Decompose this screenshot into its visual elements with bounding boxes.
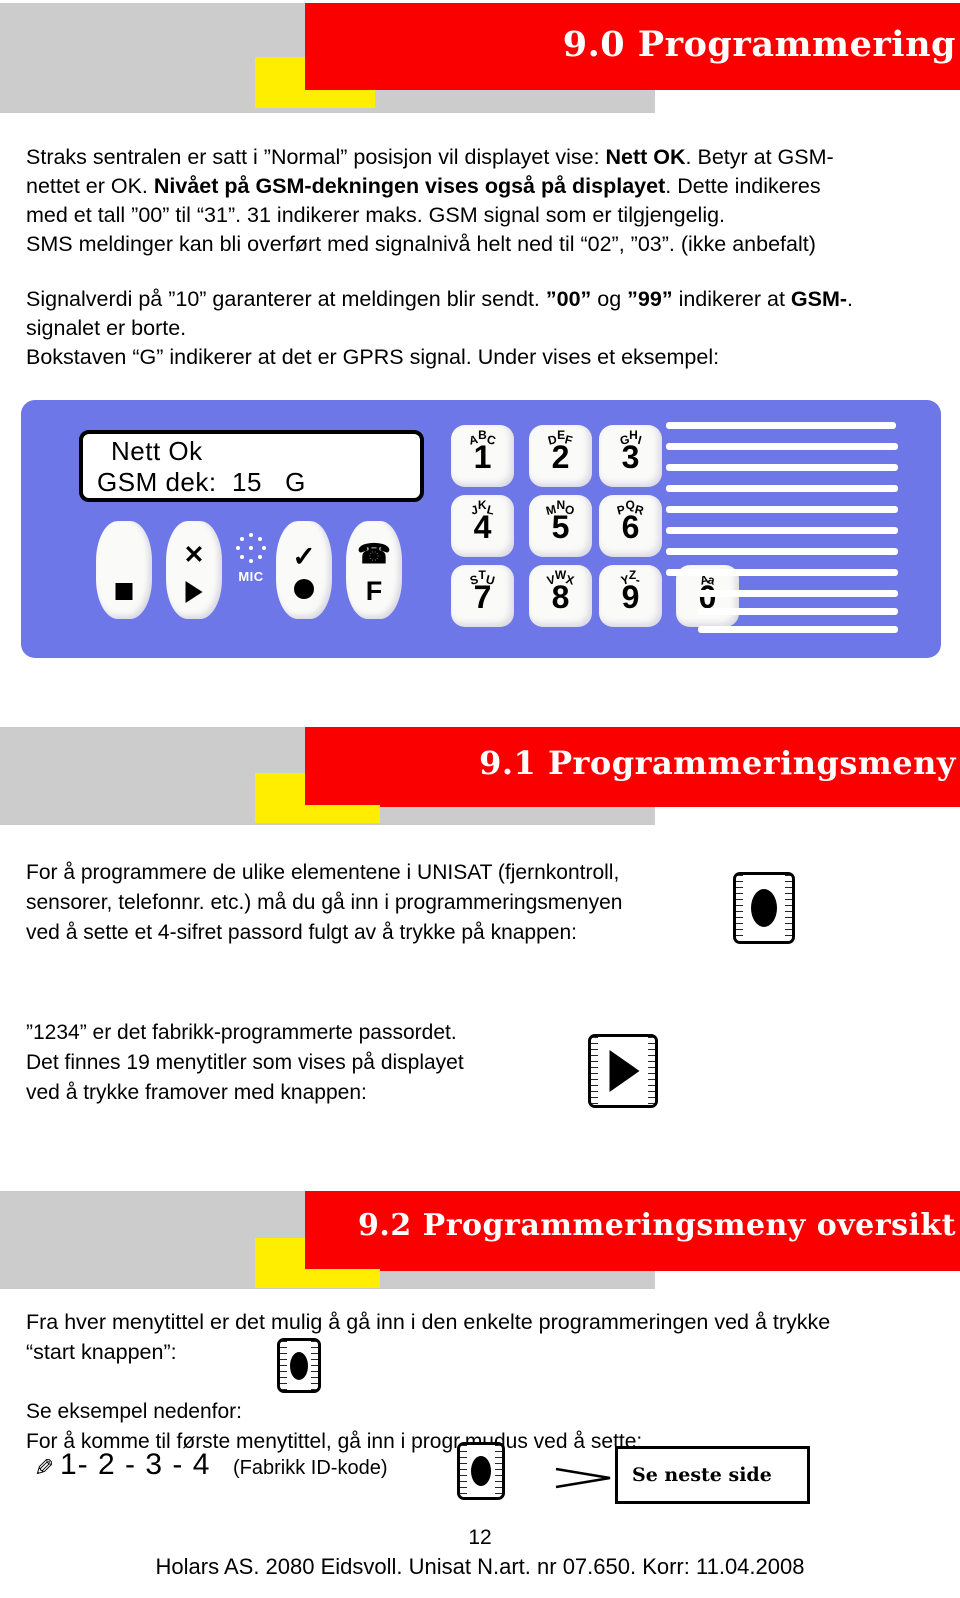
- signal-line-3: Bokstaven “G” indikerer at det er GPRS s…: [26, 345, 720, 369]
- menu-entry-line-1: Fra hver menytittel er det mulig å gå in…: [26, 1310, 831, 1334]
- section-header-9-2: 9.2 Programmeringsmeny oversikt: [0, 1163, 960, 1293]
- prog-intro-line-1: For å programmere de ulike elementene i …: [26, 861, 620, 884]
- signal-line-1-e: indikerer at: [672, 287, 791, 311]
- mic-label: MIC: [238, 569, 264, 584]
- intro-paragraph: Straks sentralen er satt i ”Normal” posi…: [26, 143, 938, 259]
- signal-line-2: signalet er borte.: [26, 316, 187, 340]
- factory-code-note: (Fabrikk ID-kode): [233, 1457, 388, 1479]
- key-2[interactable]: DEF 2: [529, 425, 592, 487]
- intro-line-3: med et tall ”00” til “31”. 31 indikerer …: [26, 203, 726, 227]
- factory-code-digits: 1- 2 - 3 - 4: [60, 1448, 211, 1481]
- record-button-icon: [733, 872, 795, 944]
- lcd-line-1: Nett Ok: [111, 436, 203, 466]
- signal-line-1-c: og: [591, 287, 628, 311]
- key-4[interactable]: JKL 4: [451, 495, 514, 557]
- key-4-digit: 4: [473, 509, 492, 545]
- prog-intro-line-3: ved å sette et 4-sifret passord fulgt av…: [26, 921, 577, 944]
- key-1[interactable]: ABC 1: [451, 425, 514, 487]
- phone-function-key[interactable]: ☎ F: [346, 521, 402, 619]
- play-triangle-icon: [185, 581, 203, 603]
- intro-line-1-c: . Betyr at GSM-: [685, 145, 834, 169]
- key-8-digit: 8: [551, 579, 570, 615]
- section-header-9-0: 9.0 Programmering: [0, 0, 960, 120]
- key-6-digit: 6: [621, 509, 640, 545]
- pointer-hand-icon: ✎: [34, 1455, 55, 1482]
- key-3[interactable]: GHI 3: [599, 425, 662, 487]
- stop-square-icon: [115, 583, 133, 600]
- mic-holes-icon: [235, 533, 267, 565]
- lcd-line-2: GSM dek: 15 G: [97, 467, 306, 497]
- page-footer: 12 Holars AS. 2080 Eidsvoll. Unisat N.ar…: [0, 1524, 960, 1582]
- password-line-1: ”1234” er det fabrikk-programmerte passo…: [26, 1021, 457, 1044]
- section-header-9-1: 9.1 Programmeringsmeny: [0, 713, 960, 833]
- stop-key[interactable]: [96, 521, 152, 619]
- record-circle-icon: [294, 579, 314, 599]
- display-text-nett-ok: Nett OK: [605, 145, 686, 169]
- cancel-x-icon: ✕: [183, 541, 205, 569]
- intro-line-2-a: nettet er OK.: [26, 174, 154, 198]
- key-8[interactable]: VWX 8: [529, 565, 592, 627]
- confirm-record-key[interactable]: ✓: [276, 521, 332, 619]
- key-7[interactable]: STU 7: [451, 565, 514, 627]
- enter-button-icon: [457, 1442, 505, 1500]
- programming-intro-paragraph: For å programmere de ulike elementene i …: [26, 858, 716, 948]
- play-forward-button-icon: [588, 1034, 658, 1108]
- key-2-digit: 2: [551, 439, 570, 475]
- password-line-2: Det finnes 19 menytitler som vises på di…: [26, 1051, 464, 1074]
- header-yellow-foot: [255, 1269, 380, 1288]
- lcd-display: Nett Ok GSM dek: 15 G: [79, 430, 424, 502]
- next-page-box: Se neste side: [615, 1446, 810, 1504]
- intro-line-1-a: Straks sentralen er satt i ”Normal” posi…: [26, 145, 606, 169]
- key-5-digit: 5: [551, 509, 570, 545]
- section-title-9-1: 9.1 Programmeringsmeny: [479, 744, 956, 782]
- telephone-icon: ☎: [357, 539, 391, 569]
- start-button-icon: [277, 1338, 321, 1393]
- password-paragraph: ”1234” er det fabrikk-programmerte passo…: [26, 1018, 586, 1108]
- label-gsm: GSM-: [790, 287, 848, 311]
- section-title-9-2: 9.2 Programmeringsmeny oversikt: [358, 1208, 956, 1243]
- key-5[interactable]: MNO 5: [529, 495, 592, 557]
- key-7-digit: 7: [473, 579, 492, 615]
- unisat-keypad-panel: Nett Ok GSM dek: 15 G ✕ MIC ✓ ☎ F ABC 1 …: [21, 400, 941, 658]
- prog-intro-line-2: sensorer, telefonnr. etc.) må du gå inn …: [26, 891, 623, 914]
- key-9-digit: 9: [621, 579, 640, 615]
- signal-line-1-a: Signalverdi på ”10” garanterer at meldin…: [26, 287, 546, 311]
- menu-entry-line-2: “start knappen”:: [26, 1340, 177, 1364]
- header-yellow-foot: [255, 90, 375, 108]
- value-00: ”00”: [545, 287, 592, 311]
- password-line-3: ved å trykke framover med knappen:: [26, 1081, 367, 1104]
- intro-line-4: SMS meldinger kan bli overført med signa…: [26, 232, 816, 256]
- function-f-label: F: [365, 576, 383, 606]
- speaker-grille: [666, 422, 916, 637]
- emphasis-gsm-dekning: Nivået på GSM-dekningen vises også på di…: [153, 174, 666, 198]
- key-9[interactable]: YZ- 9: [599, 565, 662, 627]
- microphone-area: MIC: [230, 533, 272, 584]
- intro-line-1: Straks sentralen er satt i ”Normal” posi…: [26, 143, 938, 172]
- key-1-digit: 1: [473, 439, 492, 475]
- signal-line-1-g: .: [847, 287, 854, 311]
- header-yellow-foot: [255, 805, 380, 823]
- signal-value-paragraph: Signalverdi på ”10” garanterer at meldin…: [26, 285, 938, 372]
- section-title-9-0: 9.0 Programmering: [562, 24, 956, 65]
- key-3-digit: 3: [621, 439, 640, 475]
- page-number: 12: [468, 1526, 492, 1549]
- cancel-forward-key[interactable]: ✕: [166, 521, 222, 619]
- example-line-1: Se eksempel nedenfor:: [26, 1400, 242, 1423]
- menu-entry-paragraph: Fra hver menytittel er det mulig å gå in…: [26, 1307, 936, 1367]
- signal-line-1: Signalverdi på ”10” garanterer at meldin…: [26, 285, 938, 314]
- intro-line-2-c: . Dette indikeres: [665, 174, 821, 198]
- key-6[interactable]: PQR 6: [599, 495, 662, 557]
- intro-line-2: nettet er OK. Nivået på GSM-dekningen vi…: [26, 172, 938, 201]
- next-page-label: Se neste side: [632, 1464, 772, 1486]
- footer-imprint: Holars AS. 2080 Eidsvoll. Unisat N.art. …: [155, 1554, 805, 1579]
- value-99: ”99”: [627, 287, 673, 311]
- check-icon: ✓: [292, 541, 316, 572]
